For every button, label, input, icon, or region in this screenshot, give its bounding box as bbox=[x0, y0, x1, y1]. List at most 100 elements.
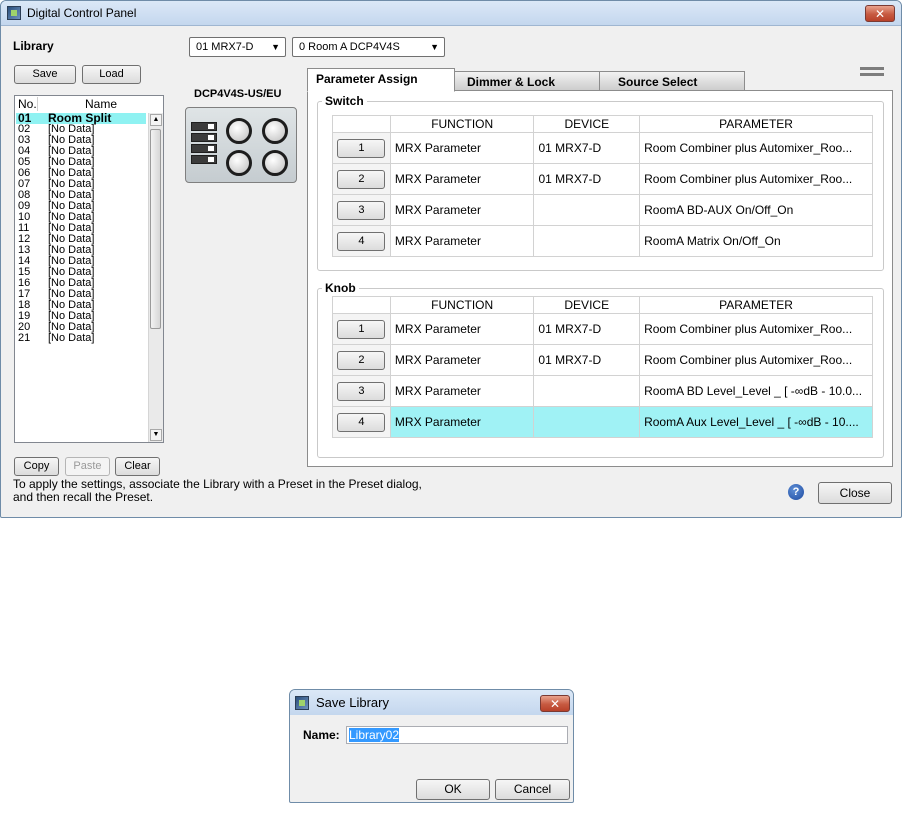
parameter-cell[interactable]: RoomA Aux Level_Level _ [ -∞dB - 10.... bbox=[639, 406, 873, 438]
function-cell[interactable]: MRX Parameter bbox=[389, 375, 535, 407]
row-assign-button[interactable]: 3 bbox=[337, 381, 386, 401]
column-header-device: DEVICE bbox=[533, 296, 641, 314]
tab-dimmer-lock[interactable]: Dimmer & Lock bbox=[454, 71, 600, 92]
table-header-row: FUNCTION DEVICE PARAMETER bbox=[332, 115, 873, 133]
digital-control-panel-window: Digital Control Panel ✕ Library 01 MRX7-… bbox=[0, 0, 902, 518]
knob-group-title: Knob bbox=[322, 281, 359, 295]
row-button-cell: 3 bbox=[332, 375, 391, 407]
table-row: 3 MRX Parameter RoomA BD-AUX On/Off_On bbox=[332, 194, 873, 226]
table-row: 3 MRX Parameter RoomA BD Level_Level _ [ -… bbox=[332, 375, 873, 407]
parameter-cell[interactable]: RoomA Matrix On/Off_On bbox=[639, 225, 873, 257]
device-dropdown[interactable]: 01 MRX7-D ▼ bbox=[189, 37, 286, 57]
name-label: Name: bbox=[303, 728, 340, 742]
device-cell[interactable] bbox=[533, 194, 641, 226]
switch-group-title: Switch bbox=[322, 94, 367, 108]
library-list[interactable]: No. Name 01 Room Split 02 [No Data] 03 [No Da… bbox=[14, 95, 164, 443]
column-header-function: FUNCTION bbox=[389, 115, 535, 133]
header-divider bbox=[37, 97, 38, 111]
scroll-up-arrow-icon[interactable]: ▲ bbox=[150, 114, 162, 126]
title-bar: Digital Control Panel ✕ bbox=[1, 1, 901, 26]
row-button-cell: 2 bbox=[332, 344, 391, 376]
vertical-scrollbar[interactable]: ▲ ▼ bbox=[148, 113, 163, 442]
row-assign-button[interactable]: 1 bbox=[337, 138, 386, 158]
row-button-cell: 4 bbox=[332, 225, 391, 257]
list-item-number: 21 bbox=[18, 332, 31, 344]
clear-button[interactable]: Clear bbox=[115, 457, 160, 476]
function-cell[interactable]: MRX Parameter bbox=[389, 406, 535, 438]
cancel-button[interactable]: Cancel bbox=[495, 779, 570, 800]
room-dropdown-value: 0 Room A DCP4V4S bbox=[299, 41, 400, 53]
function-cell[interactable]: MRX Parameter bbox=[389, 313, 535, 345]
dialog-title-bar: Save Library ✕ bbox=[290, 690, 573, 715]
row-button-cell: 3 bbox=[332, 194, 391, 226]
parameter-cell[interactable]: RoomA BD Level_Level _ [ -∞dB - 10.0... bbox=[639, 375, 873, 407]
column-header-no: No. bbox=[18, 97, 37, 111]
scroll-down-arrow-icon[interactable]: ▼ bbox=[150, 429, 162, 441]
device-dropdown-value: 01 MRX7-D bbox=[196, 41, 254, 53]
parameter-cell[interactable]: Room Combiner plus Automixer_Roo... bbox=[639, 163, 873, 195]
device-cell[interactable]: 01 MRX7-D bbox=[533, 132, 641, 164]
dialog-title: Save Library bbox=[316, 695, 389, 710]
column-header-function: FUNCTION bbox=[389, 296, 535, 314]
scroll-thumb[interactable] bbox=[150, 129, 161, 329]
close-icon[interactable]: ✕ bbox=[865, 5, 895, 22]
parameter-cell[interactable]: RoomA BD-AUX On/Off_On bbox=[639, 194, 873, 226]
function-cell[interactable]: MRX Parameter bbox=[389, 194, 535, 226]
row-assign-button[interactable]: 2 bbox=[337, 169, 386, 189]
save-library-dialog: Save Library ✕ Name: Library02 OK Cancel bbox=[289, 689, 574, 803]
parameter-cell[interactable]: Room Combiner plus Automixer_Roo... bbox=[639, 132, 873, 164]
tab-parameter-assign[interactable]: Parameter Assign bbox=[307, 68, 455, 92]
device-switch-3 bbox=[191, 144, 217, 153]
help-icon[interactable]: ? bbox=[788, 484, 804, 500]
column-header-parameter: PARAMETER bbox=[639, 296, 873, 314]
device-model-label: DCP4V4S-US/EU bbox=[194, 88, 282, 100]
load-button[interactable]: Load bbox=[82, 65, 141, 84]
app-icon bbox=[7, 6, 21, 20]
menu-icon[interactable] bbox=[858, 65, 886, 83]
name-field[interactable]: Library02 bbox=[346, 726, 568, 744]
parameter-cell[interactable]: Room Combiner plus Automixer_Roo... bbox=[639, 313, 873, 345]
close-button[interactable]: Close bbox=[818, 482, 892, 504]
device-cell[interactable] bbox=[533, 225, 641, 257]
knob-table: FUNCTION DEVICE PARAMETER 1 MRX Parameter 01 … bbox=[332, 296, 873, 438]
copy-button[interactable]: Copy bbox=[14, 457, 59, 476]
row-assign-button[interactable]: 2 bbox=[337, 350, 386, 370]
device-cell[interactable]: 01 MRX7-D bbox=[533, 163, 641, 195]
function-cell[interactable]: MRX Parameter bbox=[389, 225, 535, 257]
tab-panel-parameter-assign: Switch FUNCTION DEVICE PARAMETER 1 MRX Param… bbox=[307, 90, 893, 467]
row-assign-button[interactable]: 4 bbox=[337, 231, 386, 251]
row-assign-button[interactable]: 3 bbox=[337, 200, 386, 220]
parameter-cell[interactable]: Room Combiner plus Automixer_Roo... bbox=[639, 344, 873, 376]
device-cell[interactable]: 01 MRX7-D bbox=[533, 313, 641, 345]
header-cell bbox=[332, 115, 391, 133]
function-cell[interactable]: MRX Parameter bbox=[389, 132, 535, 164]
column-header-device: DEVICE bbox=[533, 115, 641, 133]
ok-button[interactable]: OK bbox=[416, 779, 490, 800]
library-label: Library bbox=[13, 39, 54, 53]
app-icon bbox=[295, 696, 309, 710]
save-button[interactable]: Save bbox=[14, 65, 76, 84]
tab-source-select[interactable]: Source Select bbox=[599, 71, 745, 92]
table-row: 2 MRX Parameter 01 MRX7-D Room Combiner plu… bbox=[332, 163, 873, 195]
device-panel-image bbox=[185, 107, 297, 183]
paste-button[interactable]: Paste bbox=[65, 457, 110, 476]
row-assign-button[interactable]: 4 bbox=[337, 412, 386, 432]
table-row: 4 MRX Parameter RoomA Matrix On/Off_On bbox=[332, 225, 873, 257]
row-button-cell: 2 bbox=[332, 163, 391, 195]
device-knob-4 bbox=[262, 150, 288, 176]
device-cell[interactable] bbox=[533, 406, 641, 438]
close-icon[interactable]: ✕ bbox=[540, 695, 570, 712]
row-assign-button[interactable]: 1 bbox=[337, 319, 386, 339]
device-cell[interactable]: 01 MRX7-D bbox=[533, 344, 641, 376]
name-field-value: Library02 bbox=[349, 728, 400, 742]
row-button-cell: 1 bbox=[332, 132, 391, 164]
table-header-row: FUNCTION DEVICE PARAMETER bbox=[332, 296, 873, 314]
function-cell[interactable]: MRX Parameter bbox=[389, 344, 535, 376]
room-dropdown[interactable]: 0 Room A DCP4V4S ▼ bbox=[292, 37, 445, 57]
list-item-name: [No Data] bbox=[48, 332, 95, 344]
row-button-cell: 4 bbox=[332, 406, 391, 438]
device-cell[interactable] bbox=[533, 375, 641, 407]
column-header-parameter: PARAMETER bbox=[639, 115, 873, 133]
list-item[interactable]: 21 [No Data] bbox=[16, 333, 146, 344]
function-cell[interactable]: MRX Parameter bbox=[389, 163, 535, 195]
